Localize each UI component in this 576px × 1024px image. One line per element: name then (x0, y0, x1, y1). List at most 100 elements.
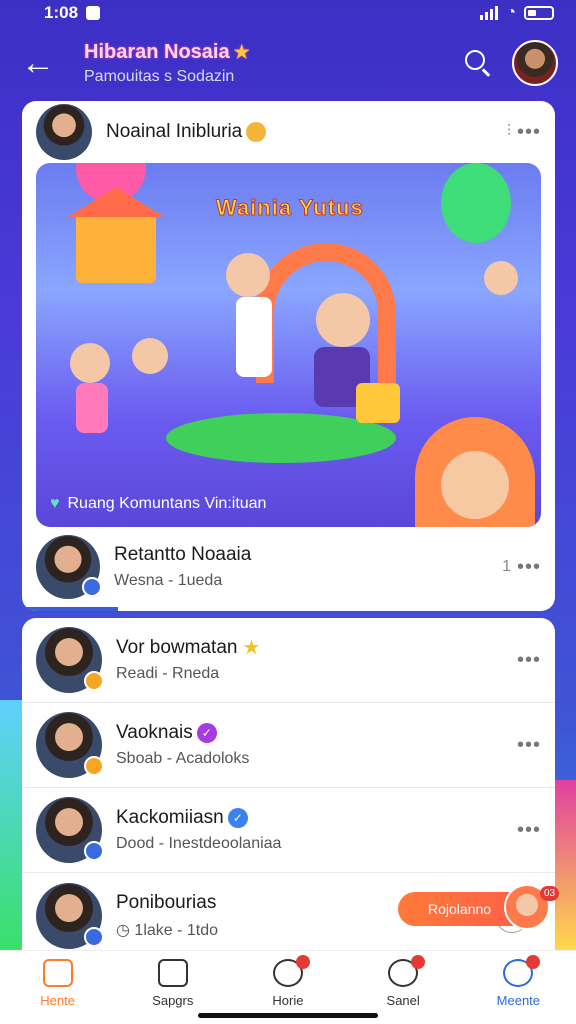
balloon-decoration (441, 163, 511, 243)
nav-label: Meente (496, 993, 541, 1008)
footer-avatar[interactable] (36, 535, 102, 599)
member-avatar (36, 712, 104, 778)
member-name: Kackomiiasn ✓ (116, 807, 517, 829)
notification-dot-icon (295, 955, 310, 969)
waving-kid-character (415, 417, 535, 527)
nav-label: Horie (272, 993, 304, 1008)
post-more-button[interactable]: ••• (517, 121, 541, 144)
member-avatar (36, 627, 104, 693)
member-info: Kackomiiasn ✓ Dood - Inestdeoolaniaa (116, 807, 517, 853)
kid-character (70, 343, 110, 383)
star-icon: ★ (233, 41, 250, 62)
share-icon[interactable]: ⫶ (507, 123, 511, 141)
member-info: Vor bowmatan ★ Readi - Rneda (116, 637, 517, 683)
verified-badge-icon: ✓ (227, 807, 248, 828)
page-subtitle: Pamouitas s Sodazin (84, 67, 235, 85)
post-author[interactable]: Noainal Inibluria (106, 121, 507, 143)
nav-label: Sapgrs (152, 993, 194, 1008)
kid-character (132, 338, 168, 374)
house-illustration (68, 187, 164, 283)
list-item-more-button[interactable]: ••• (517, 734, 541, 757)
list-item[interactable]: Vor bowmatan ★ Readi - Rneda ••• (22, 618, 555, 703)
side-decoration-left (0, 700, 22, 950)
member-avatar (36, 797, 104, 863)
verified-badge-icon: ✓ (196, 722, 217, 743)
side-decoration-right (554, 780, 576, 950)
footer-name-block[interactable]: Retantto Noaaia Wesna - 1ueda (114, 544, 502, 590)
home-icon (42, 959, 73, 987)
search-button[interactable] (458, 43, 498, 83)
member-info: Vaoknais ✓ Sboab - Acadoloks (116, 722, 517, 768)
wifi-icon: ◔ (506, 4, 516, 21)
header-titles: Hibaran Nosaia ★ Pamouitas s Sodazin (84, 41, 458, 86)
nav-label: Sanel (386, 993, 420, 1008)
notification-dot-icon (411, 955, 426, 969)
nav-item-home[interactable]: Hente (8, 959, 108, 1008)
status-right: ◔ (480, 4, 554, 22)
back-button[interactable]: ← (18, 43, 58, 83)
list-item[interactable]: Vaoknais ✓ Sboab - Acadoloks ••• (22, 703, 555, 788)
member-name: Vaoknais ✓ (116, 722, 517, 744)
profile-avatar[interactable] (512, 40, 558, 86)
member-name-text: Vaoknais (116, 722, 193, 743)
list-item-more-button[interactable]: ••• (517, 649, 541, 672)
status-indicator-icon (84, 841, 104, 861)
page-title: Hibaran Nosaia ★ (84, 41, 458, 64)
status-indicator-icon (84, 756, 104, 776)
member-meta: Readi - Rneda (116, 665, 220, 682)
member-name-text: Kackomiiasn (116, 807, 224, 828)
pages-icon (157, 959, 188, 987)
nav-item-community[interactable]: Sanel (353, 955, 453, 1008)
heart-icon: ♥ (50, 495, 60, 512)
status-left: 1:08 (44, 3, 101, 23)
post-author-name: Noainal Inibluria (106, 121, 243, 142)
post-author-avatar[interactable] (36, 104, 92, 160)
footer-meta: Wesna - 1ueda (114, 572, 223, 589)
page-title-text: Hibaran Nosaia (84, 40, 230, 63)
nav-item-pages[interactable]: Sapgrs (123, 959, 223, 1008)
footer-more-button[interactable]: ••• (517, 556, 541, 579)
recommend-count-badge: 03 (540, 886, 560, 901)
coin-emoji-icon (246, 121, 267, 142)
home-indicator (198, 1013, 378, 1018)
search-icon (465, 50, 485, 70)
member-name-text: Vor bowmatan (116, 637, 238, 658)
signal-icon (480, 6, 499, 20)
status-time: 1:08 (44, 3, 79, 22)
nav-item-target[interactable]: Horie (238, 955, 338, 1008)
bus-toy-illustration (356, 383, 400, 423)
member-meta-text: 1lake - 1tdo (134, 921, 219, 939)
child-character (226, 253, 270, 297)
status-indicator-icon (84, 671, 104, 691)
banner-caption: ♥ Ruang Komuntans Vin:ituan (50, 495, 266, 513)
status-indicator-icon (84, 926, 104, 947)
notification-badge-icon (86, 6, 101, 20)
share-icon[interactable]: 1 (502, 558, 511, 576)
member-meta: Sboab - Acadoloks (116, 750, 250, 767)
featured-post-card: Noainal Inibluria ⫶ ••• Wainia Yutus ♥ R… (22, 101, 555, 611)
grandparent-character (316, 293, 370, 347)
banner-title: Wainia Yutus (216, 195, 364, 221)
battery-icon (524, 6, 554, 20)
card-progress-bar (22, 607, 118, 611)
member-name: Vor bowmatan ★ (116, 637, 517, 659)
star-badge-icon: ★ (242, 636, 261, 659)
post-banner-image[interactable]: Wainia Yutus ♥ Ruang Komuntans Vin:ituan (36, 163, 541, 527)
post-footer: Retantto Noaaia Wesna - 1ueda 1 ••• (22, 527, 555, 607)
nav-label: Hente (40, 993, 75, 1008)
kid-body (76, 383, 108, 433)
footer-name: Retantto Noaaia (114, 544, 252, 565)
app-header: ← Hibaran Nosaia ★ Pamouitas s Sodazin (0, 32, 576, 94)
banner-caption-text: Ruang Komuntans Vin:ituan (67, 495, 267, 512)
notification-dot-icon (526, 955, 541, 969)
post-header: Noainal Inibluria ⫶ ••• (22, 101, 555, 163)
list-item[interactable]: Kackomiiasn ✓ Dood - Inestdeoolaniaa ••• (22, 788, 555, 873)
kid-character (484, 261, 518, 295)
list-item-more-button[interactable]: ••• (517, 819, 541, 842)
status-bar: 1:08 ◔ (0, 0, 576, 26)
status-indicator-icon (82, 577, 102, 597)
member-meta: Dood - Inestdeoolaniaa (116, 835, 282, 852)
nav-item-chat[interactable]: Meente (468, 955, 568, 1008)
clock-icon: ◷ (116, 921, 130, 939)
child-body (236, 297, 272, 377)
